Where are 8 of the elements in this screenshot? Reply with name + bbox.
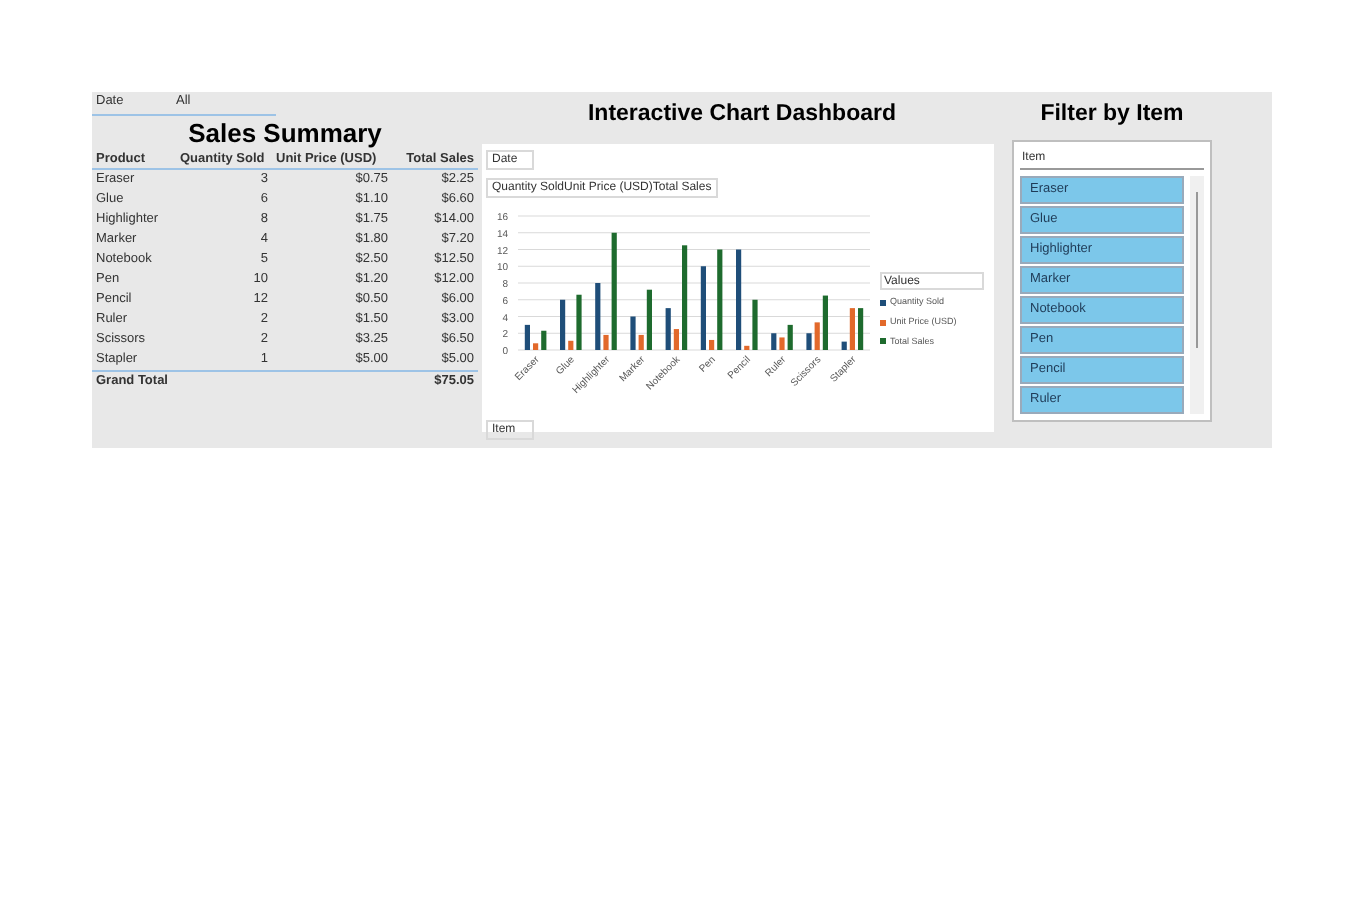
dashboard-title: Interactive Chart Dashboard [585, 100, 898, 130]
filter-title: Filter by Item [1038, 100, 1186, 130]
bar [858, 308, 864, 350]
bar [700, 266, 706, 350]
scrollbar[interactable] [1190, 176, 1204, 414]
table-title: Sales Summary [186, 116, 384, 150]
bar [524, 324, 530, 350]
bar [682, 245, 688, 350]
